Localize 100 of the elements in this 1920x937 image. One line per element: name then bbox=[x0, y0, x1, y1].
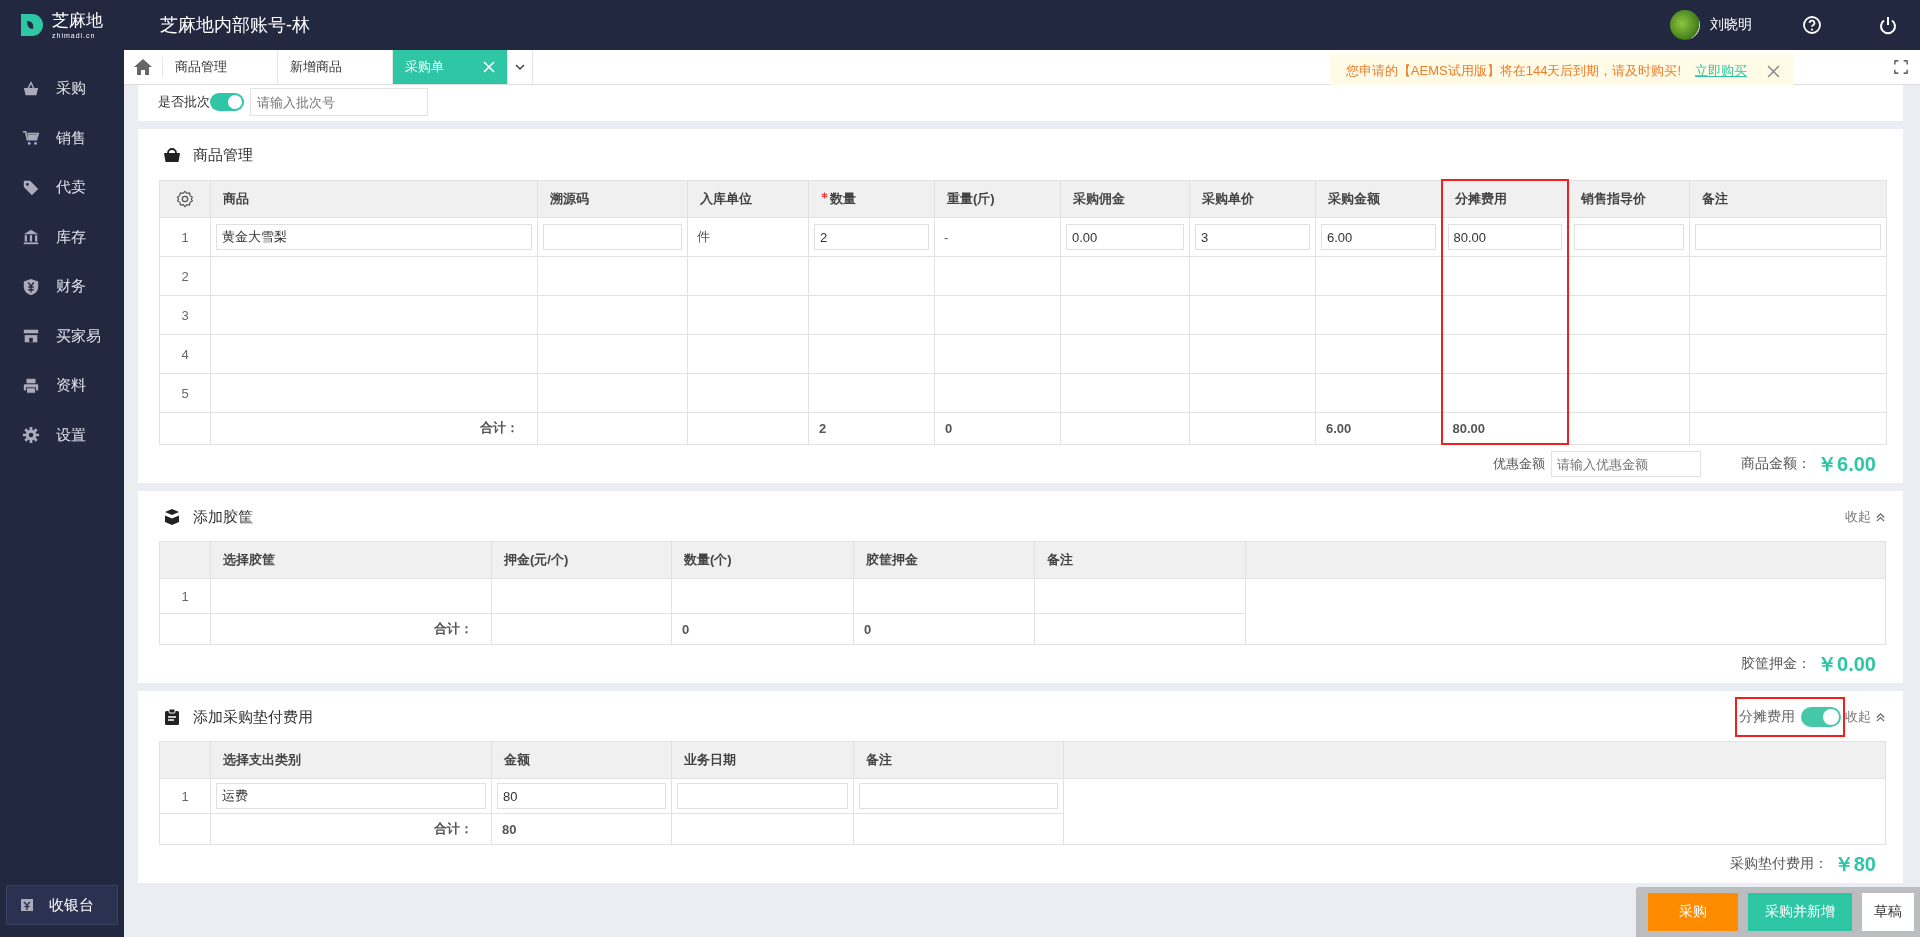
gear-icon bbox=[22, 426, 40, 445]
sidebar-item[interactable]: 资料 bbox=[0, 361, 124, 411]
row-number: 5 bbox=[159, 373, 211, 413]
column-header: 数量 bbox=[821, 190, 856, 206]
column-header: 分摊费用 bbox=[1454, 191, 1507, 206]
basket-icon bbox=[163, 146, 181, 164]
required-icon bbox=[821, 191, 828, 199]
table-input[interactable]: 2 bbox=[814, 224, 929, 250]
column-header: 押金(元/个) bbox=[504, 552, 569, 567]
clipboard-icon bbox=[163, 708, 181, 726]
amount-label: 采购垫付费用： bbox=[1729, 855, 1828, 873]
bank-icon bbox=[22, 228, 40, 247]
row-number: 1 bbox=[159, 217, 211, 257]
yen-shield-icon bbox=[22, 277, 40, 296]
amount-value: ￥80 bbox=[1833, 851, 1876, 877]
basket-icon bbox=[22, 79, 40, 98]
sidebar-item[interactable]: 财务 bbox=[0, 262, 124, 312]
column-header: 重量(斤) bbox=[947, 190, 995, 206]
logo-icon bbox=[18, 11, 46, 39]
toggle-label: 分摊费用 bbox=[1739, 708, 1795, 726]
column-header: 业务日期 bbox=[684, 752, 736, 767]
amount-value: ￥6.00 bbox=[1817, 451, 1876, 477]
table-cell-text: - bbox=[943, 229, 949, 245]
section-title: 添加采购垫付费用 bbox=[193, 707, 313, 727]
section-title: 添加胶筐 bbox=[193, 507, 253, 527]
user-name[interactable]: 刘晓明 bbox=[1710, 16, 1752, 34]
amount-label: 胶筐押金： bbox=[1741, 655, 1812, 673]
total-value: 0 bbox=[682, 621, 690, 637]
fullscreen-icon[interactable] bbox=[1894, 60, 1908, 74]
total-value: 0 bbox=[864, 621, 872, 637]
notice-text: 您申请的【AEMS试用版】将在144天后到期，请及时购买! bbox=[1345, 62, 1681, 80]
discount-field[interactable]: 请输入优惠金额 bbox=[1551, 451, 1702, 477]
help-icon[interactable] bbox=[1802, 15, 1822, 35]
sidebar-item[interactable]: 销售 bbox=[0, 113, 124, 163]
settings-icon[interactable] bbox=[176, 189, 194, 208]
allocate-toggle[interactable] bbox=[1801, 707, 1841, 727]
column-header: 备注 bbox=[1702, 190, 1728, 206]
column-header: 采购单价 bbox=[1202, 190, 1254, 206]
table-input[interactable] bbox=[543, 224, 682, 250]
column-header: 金额 bbox=[504, 752, 530, 767]
sidebar-item[interactable]: 库存 bbox=[0, 212, 124, 262]
section-title: 商品管理 bbox=[193, 145, 253, 165]
chevron-up-icon[interactable] bbox=[1875, 711, 1886, 723]
row-number: 1 bbox=[159, 578, 211, 614]
sidebar-item[interactable]: 代卖 bbox=[0, 163, 124, 213]
total-value: 80.00 bbox=[1452, 420, 1486, 436]
row-number: 4 bbox=[159, 334, 211, 374]
column-header: 溯源码 bbox=[550, 190, 589, 206]
table-cell-text: 件 bbox=[696, 229, 710, 244]
cash-register-icon bbox=[19, 897, 35, 913]
action-button[interactable]: 草稿 bbox=[1862, 893, 1914, 931]
table-input[interactable]: 黄金大雪梨 bbox=[216, 224, 532, 250]
column-header: 数量(个) bbox=[684, 552, 732, 567]
table-input[interactable]: 0.00 bbox=[1066, 224, 1184, 250]
table-input[interactable] bbox=[1695, 224, 1881, 250]
table-input[interactable]: 80 bbox=[497, 783, 666, 809]
printer-icon bbox=[22, 376, 40, 395]
collapse-link[interactable]: 收起 bbox=[1845, 508, 1886, 526]
boxes-icon bbox=[163, 508, 181, 526]
total-value: 80 bbox=[502, 821, 517, 837]
total-value: 6.00 bbox=[1326, 420, 1352, 436]
table-input[interactable]: 80.00 bbox=[1447, 224, 1562, 250]
table-input[interactable]: 6.00 bbox=[1321, 224, 1436, 250]
amount-label: 商品金额： bbox=[1741, 455, 1812, 473]
discount-label: 优惠金额 bbox=[1493, 455, 1546, 473]
column-header: 入库单位 bbox=[700, 190, 752, 206]
table-input[interactable] bbox=[1573, 224, 1684, 250]
column-header: 备注 bbox=[1047, 552, 1073, 567]
sidebar-item[interactable]: 买家易 bbox=[0, 311, 124, 361]
cashier-button[interactable]: 收银台 bbox=[6, 885, 118, 925]
column-header: 采购金额 bbox=[1328, 190, 1380, 206]
chevron-up-icon[interactable] bbox=[1875, 511, 1886, 523]
amount-value: ￥0.00 bbox=[1817, 651, 1876, 677]
column-header: 选择胶筐 bbox=[223, 552, 275, 567]
table-input[interactable]: 运费 bbox=[216, 783, 486, 809]
column-header: 商品 bbox=[223, 190, 249, 206]
sidebar-item[interactable]: 设置 bbox=[0, 410, 124, 460]
batch-toggle[interactable] bbox=[210, 93, 244, 111]
total-label: 合计： bbox=[480, 420, 519, 436]
table-input[interactable]: 3 bbox=[1195, 224, 1310, 250]
column-header: 备注 bbox=[866, 752, 892, 767]
close-icon[interactable] bbox=[1767, 64, 1780, 78]
tab[interactable]: 商品管理 bbox=[163, 50, 278, 84]
batch-number-field[interactable]: 请输入批次号 bbox=[250, 88, 428, 116]
sidebar-item[interactable]: 采购 bbox=[0, 64, 124, 114]
column-header: 选择支出类别 bbox=[223, 752, 301, 767]
user-avatar[interactable] bbox=[1670, 10, 1700, 40]
table-input[interactable] bbox=[859, 783, 1058, 809]
row-number: 1 bbox=[159, 778, 211, 814]
table-input[interactable] bbox=[677, 783, 848, 809]
row-number: 3 bbox=[159, 295, 211, 335]
total-label: 合计： bbox=[434, 621, 473, 636]
row-number: 2 bbox=[159, 256, 211, 296]
batch-label: 是否批次 bbox=[158, 93, 210, 111]
power-icon[interactable] bbox=[1878, 15, 1898, 35]
column-header: 胶筐押金 bbox=[866, 552, 918, 567]
account-title: 芝麻地内部账号-林 bbox=[160, 14, 310, 37]
collapse-link[interactable]: 收起 bbox=[1845, 708, 1886, 726]
cart-icon bbox=[22, 129, 40, 148]
column-header: 采购佣金 bbox=[1073, 190, 1125, 206]
